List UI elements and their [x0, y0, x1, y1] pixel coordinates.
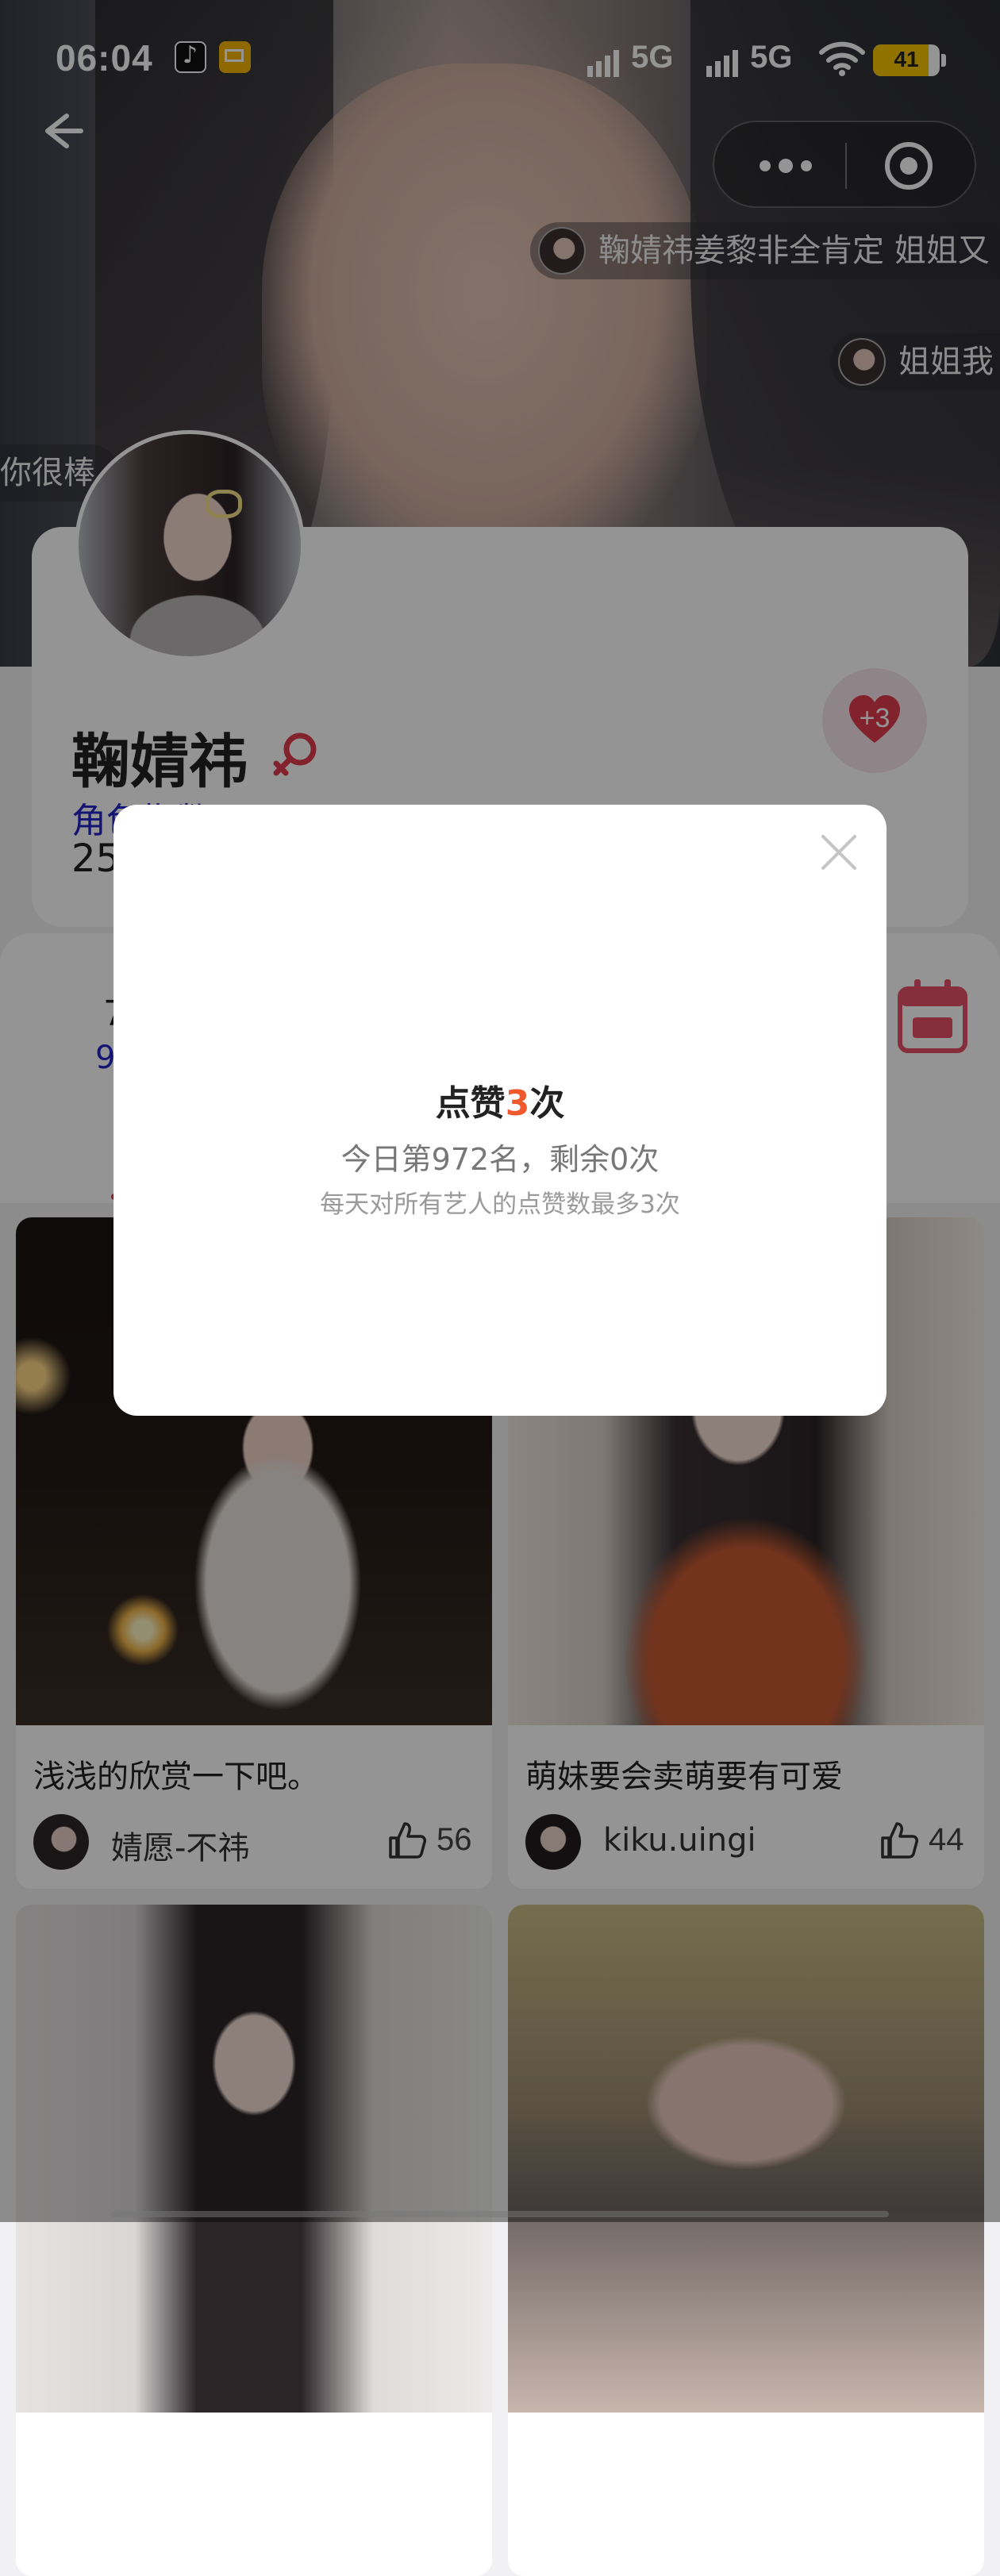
- daily-limit-text: 每天对所有艺人的点赞数最多3次: [320, 1190, 680, 1219]
- dialog-title: 点赞3次: [113, 1075, 887, 1125]
- close-icon[interactable]: [817, 830, 861, 875]
- dialog-title-prefix: 点赞: [435, 1083, 506, 1124]
- like-result-dialog: 点赞3次 今日第972名，剩余0次 每天对所有艺人的点赞数最多3次: [113, 805, 887, 1416]
- dialog-title-suffix: 次: [529, 1083, 565, 1124]
- home-indicator[interactable]: [111, 2211, 889, 2217]
- like-times-count: 3: [505, 1083, 530, 1124]
- daily-rank-text: 今日第972名，剩余0次: [340, 1142, 660, 1177]
